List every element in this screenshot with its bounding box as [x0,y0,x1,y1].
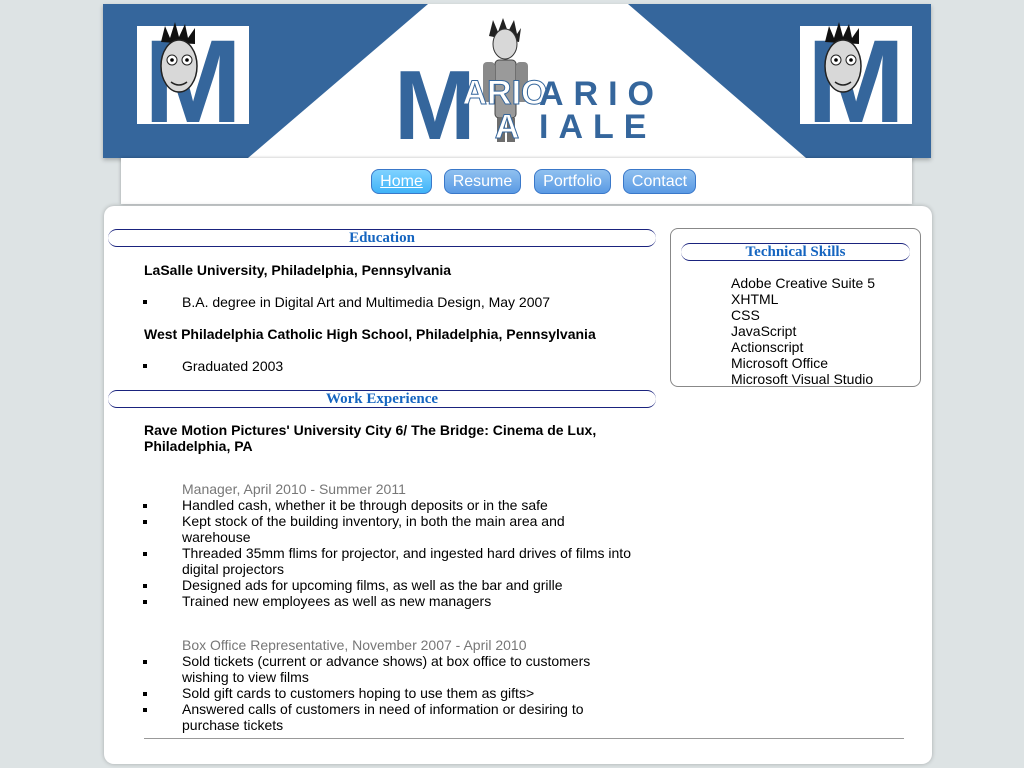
bullet-icon [143,364,147,368]
bullet-icon [143,584,147,588]
right-m-logo: M [800,16,912,148]
duty-item: Kept stock of the building inventory, in… [182,513,565,545]
left-m-logo: M [137,16,249,148]
skill-item: Actionscript [731,339,804,355]
nav-resume-button[interactable]: Resume [444,169,521,194]
header-banner: M M M [103,4,931,158]
duty-item: Threaded 35mm flims for projector, and i… [182,545,631,577]
bullet-icon [143,300,147,304]
education-detail: Graduated 2003 [182,358,284,374]
technical-skills-box: Technical Skills Adobe Creative Suite 5 … [670,228,921,387]
svg-text:ARIO: ARIO [463,74,548,112]
nav-home-button[interactable]: Home [371,169,432,194]
school-name: West Philadelphia Catholic High School, … [144,326,596,342]
skills-list: Adobe Creative Suite 5 XHTML CSS JavaScr… [731,275,875,387]
duty-item: Answered calls of customers in need of i… [182,701,584,733]
duty-item: Trained new employees as well as new man… [182,593,492,609]
school-name: LaSalle University, Philadelphia, Pennsy… [144,262,452,278]
duty-item: Sold tickets (current or advance shows) … [182,653,591,685]
bullet-icon [143,708,147,712]
bottom-divider [144,738,904,739]
bullet-icon [143,552,147,556]
skill-item: Adobe Creative Suite 5 [731,275,875,291]
bullet-icon [143,660,147,664]
skill-item: Microsoft Visual Studio [731,371,874,387]
technical-skills-heading: Technical Skills [681,243,910,261]
svg-text:IALE: IALE [539,108,656,146]
bullet-icon [143,692,147,696]
duty-item: Designed ads for upcoming films, as well… [182,577,563,593]
education-detail: B.A. degree in Digital Art and Multimedi… [182,294,551,310]
skill-item: JavaScript [731,323,797,339]
nav-portfolio-button[interactable]: Portfolio [534,169,611,194]
main-nav: Home Resume Portfolio Contact [121,158,912,204]
bullet-icon [143,504,147,508]
svg-text:A: A [495,108,520,146]
bullet-icon [143,520,147,524]
nav-contact-button[interactable]: Contact [623,169,696,194]
skill-item: Microsoft Office [731,355,828,371]
work-experience-heading: Work Experience [108,390,656,408]
education-heading: Education [108,229,656,247]
banner-artwork: M M M [137,4,912,158]
job-title: Box Office Representative, November 2007… [182,637,527,653]
duty-item: Handled cash, whether it be through depo… [182,497,548,513]
employer-name: Rave Motion Pictures' University City 6/… [144,422,597,454]
skill-item: CSS [731,307,760,323]
resume-content: Education LaSalle University, Philadelph… [104,206,932,764]
bullet-icon [143,600,147,604]
duty-item: Sold gift cards to customers hoping to u… [182,685,535,701]
job-title: Manager, April 2010 - Summer 2011 [182,481,406,497]
skill-item: XHTML [731,291,779,307]
